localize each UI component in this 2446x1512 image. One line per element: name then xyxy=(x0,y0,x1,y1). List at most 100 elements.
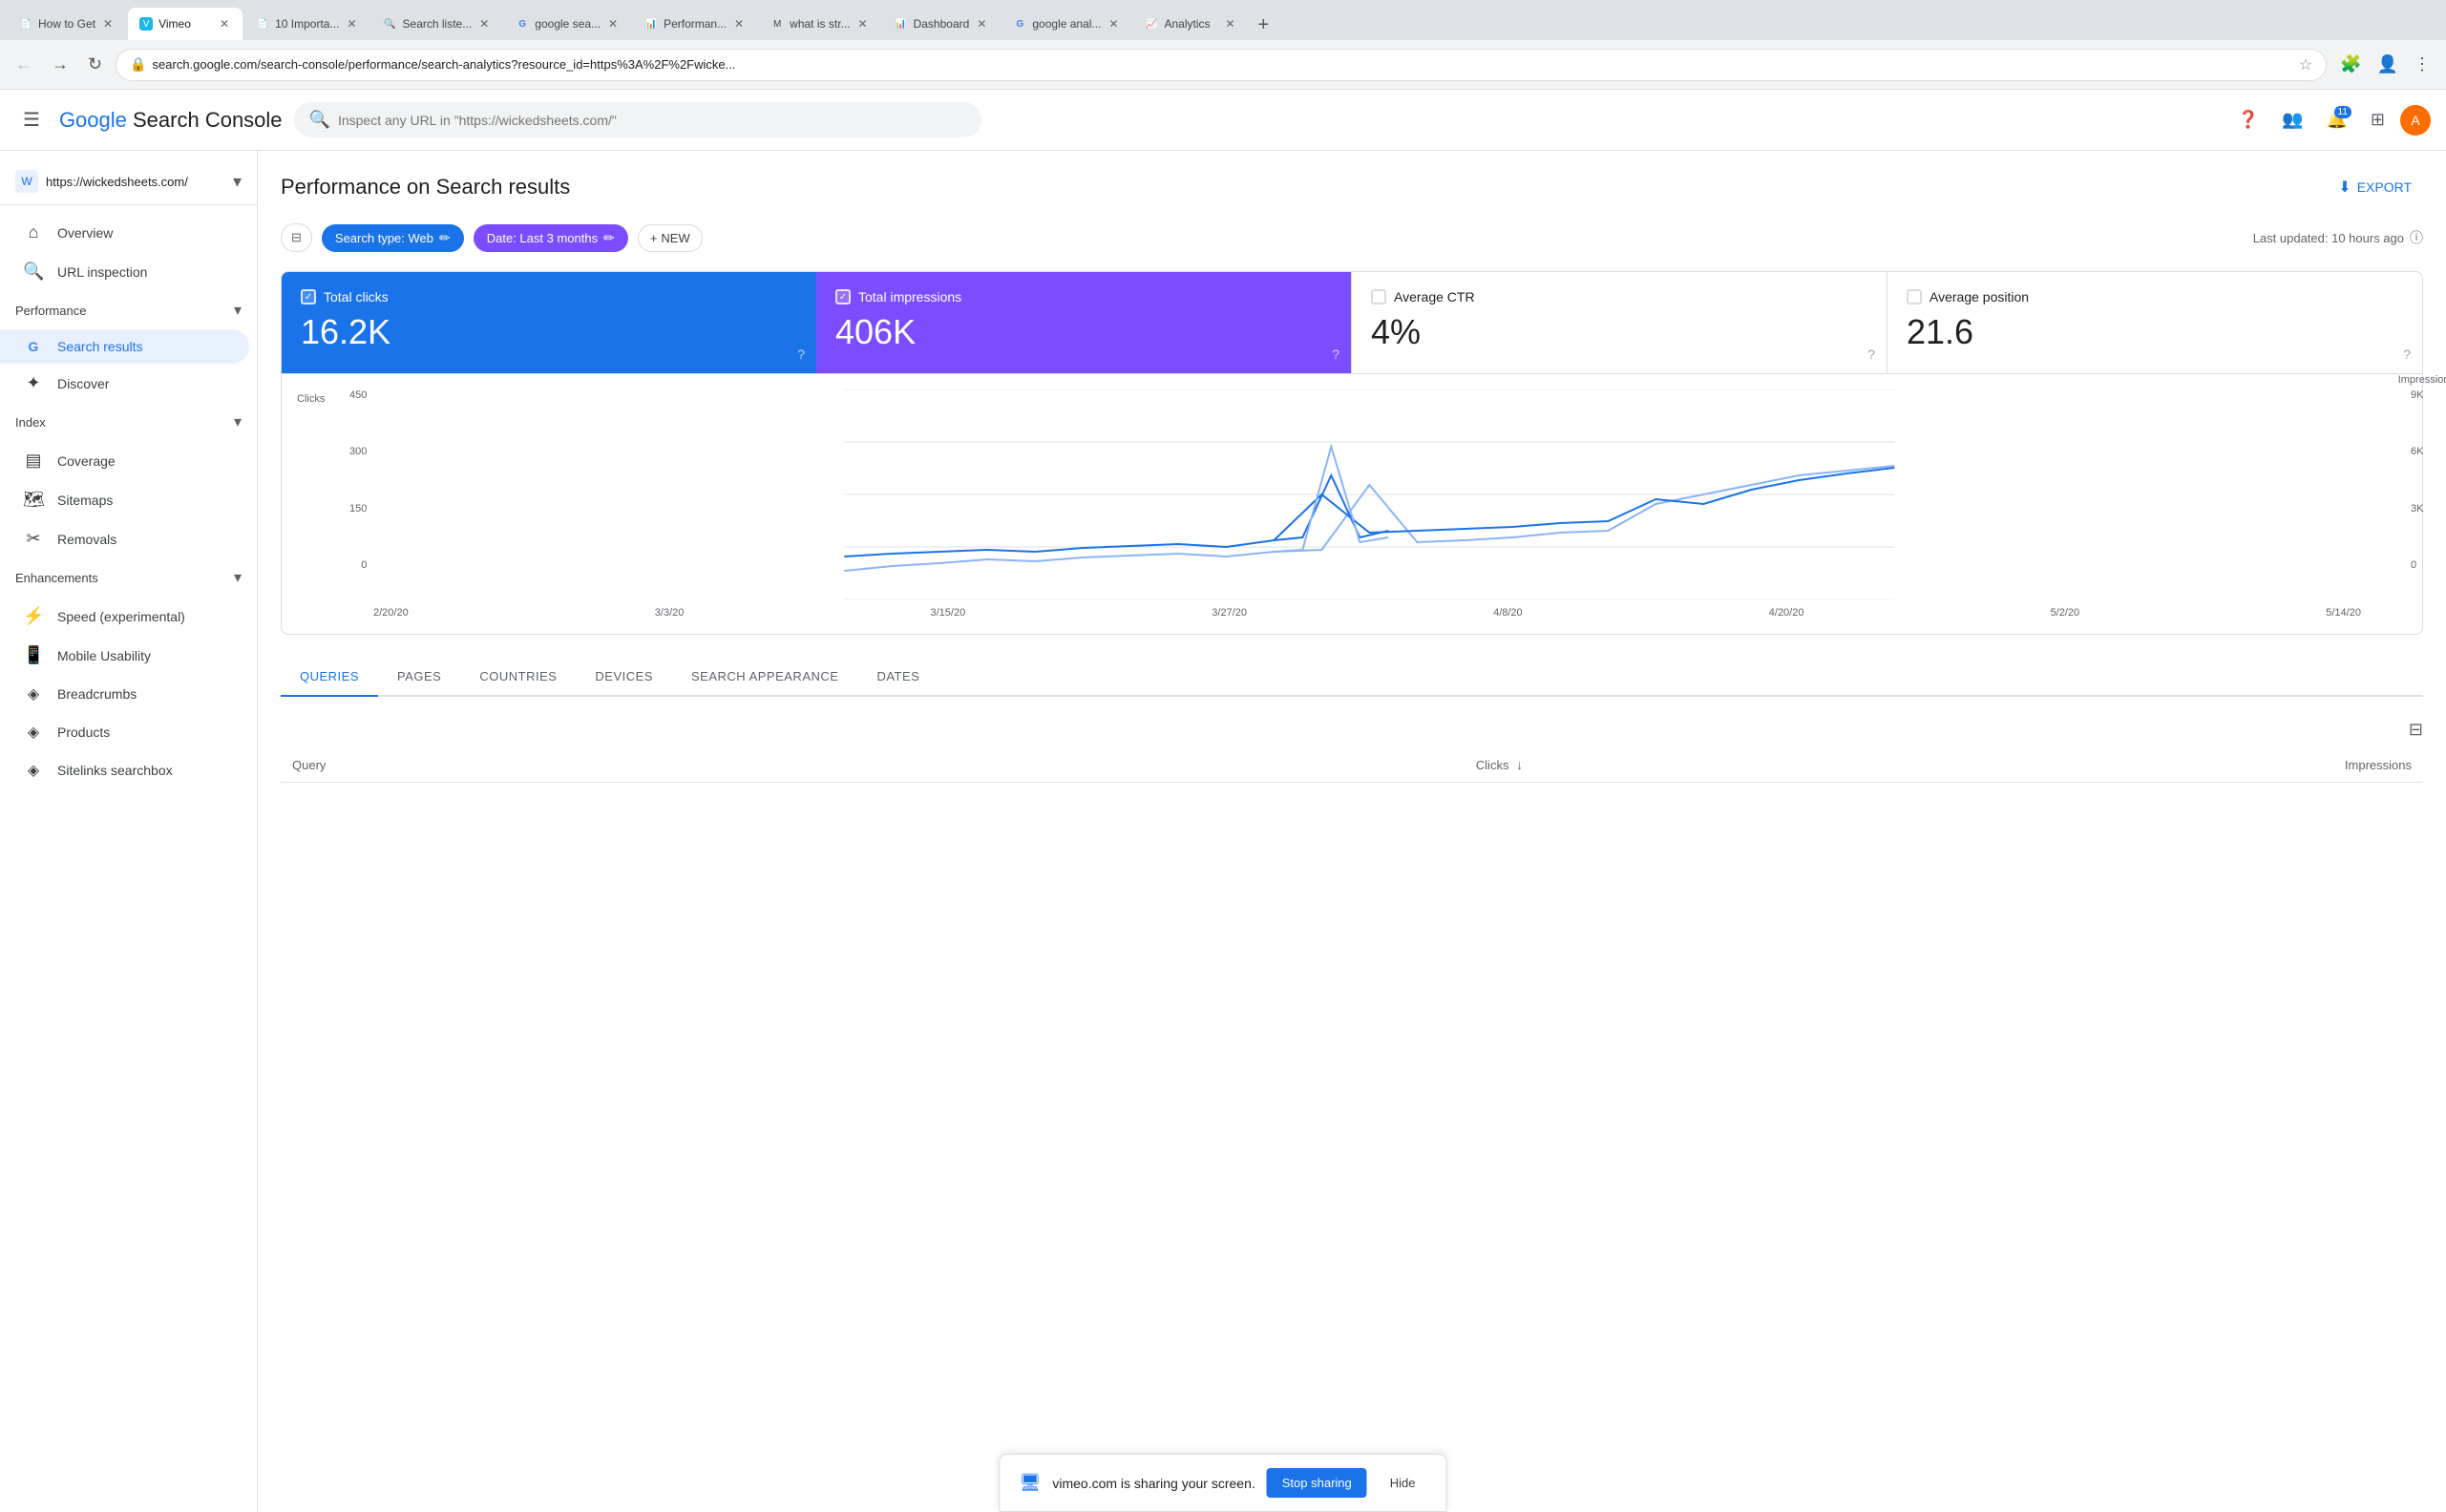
sidebar-item-discover[interactable]: ✦ Discover xyxy=(0,364,249,403)
col-header-clicks[interactable]: Clicks ↓ xyxy=(842,747,1534,783)
ctr-label: Average CTR xyxy=(1394,289,1475,304)
users-button[interactable]: 👥 xyxy=(2274,102,2310,137)
sidebar-item-coverage[interactable]: ▤ Coverage xyxy=(0,441,249,480)
browser-tab-3[interactable]: 📄 10 Importa... ✕ xyxy=(244,8,369,40)
stop-sharing-button[interactable]: Stop sharing xyxy=(1267,1468,1367,1498)
browser-tab-4[interactable]: 🔍 Search liste... ✕ xyxy=(372,8,503,40)
clicks-checkbox[interactable]: ✓ xyxy=(301,289,316,304)
sidebar-section-performance[interactable]: Performance ▾ xyxy=(0,291,257,329)
forward-button[interactable]: → xyxy=(46,51,74,78)
sidebar-item-search-results[interactable]: G Search results xyxy=(0,329,249,364)
tab-close-5[interactable]: ✕ xyxy=(606,15,620,32)
app-logo: Google Search Console xyxy=(59,108,283,133)
metric-impressions-header: ✓ Total impressions xyxy=(835,289,1332,304)
col-header-impressions[interactable]: Impressions xyxy=(1534,747,2423,783)
enhancements-section-label: Enhancements xyxy=(15,571,98,585)
extensions-button[interactable]: 🧩 xyxy=(2334,51,2367,78)
sidebar-item-breadcrumbs[interactable]: ◈ Breadcrumbs xyxy=(0,675,249,713)
metric-card-impressions[interactable]: ✓ Total impressions 406K ? xyxy=(816,272,1351,373)
sidebar-item-speed[interactable]: ⚡ Speed (experimental) xyxy=(0,597,249,636)
browser-tab-2[interactable]: V Vimeo ✕ xyxy=(128,8,242,40)
new-tab-button[interactable]: + xyxy=(1251,10,1277,40)
position-checkbox[interactable] xyxy=(1907,289,1922,304)
browser-tab-5[interactable]: G google sea... ✕ xyxy=(504,8,631,40)
hamburger-menu-button[interactable]: ☰ xyxy=(15,100,48,139)
sidebar-item-sitemaps[interactable]: 🗺 Sitemaps xyxy=(0,480,249,519)
ctr-checkbox[interactable] xyxy=(1371,289,1386,304)
tab-favicon-3: 📄 xyxy=(256,17,269,31)
more-button[interactable]: ⋮ xyxy=(2408,51,2436,78)
ctr-help-icon[interactable]: ? xyxy=(1867,346,1875,362)
tab-close-8[interactable]: ✕ xyxy=(975,15,988,32)
y-label-450: 450 xyxy=(349,389,367,401)
apps-grid-button[interactable]: ⊞ xyxy=(2363,102,2393,137)
export-button[interactable]: ⬇ EXPORT xyxy=(2327,170,2423,204)
property-url: https://wickedsheets.com/ xyxy=(46,175,225,189)
x-label-4: 4/8/20 xyxy=(1493,607,1523,619)
help-button[interactable]: ❓ xyxy=(2230,102,2267,137)
impressions-help-icon[interactable]: ? xyxy=(1332,346,1339,362)
info-icon[interactable]: ⓘ xyxy=(2410,228,2423,247)
search-input[interactable] xyxy=(338,113,966,128)
browser-tab-6[interactable]: 📊 Performan... ✕ xyxy=(633,8,757,40)
sidebar-item-products[interactable]: ◈ Products xyxy=(0,713,249,751)
browser-tab-7[interactable]: M what is str... ✕ xyxy=(759,8,880,40)
sidebar-label-sitemaps: Sitemaps xyxy=(57,493,113,508)
metric-clicks-header: ✓ Total clicks xyxy=(301,289,797,304)
tab-queries[interactable]: QUERIES xyxy=(281,658,378,697)
profile-button[interactable]: 👤 xyxy=(2372,51,2404,78)
url-inspection-icon: 🔍 xyxy=(23,262,44,282)
date-filter[interactable]: Date: Last 3 months ✏ xyxy=(474,224,628,252)
metric-card-clicks[interactable]: ✓ Total clicks 16.2K ? xyxy=(282,272,816,373)
sidebar-item-mobile-usability[interactable]: 📱 Mobile Usability xyxy=(0,636,249,675)
tab-close-7[interactable]: ✕ xyxy=(856,15,870,32)
impressions-checkbox[interactable]: ✓ xyxy=(835,289,851,304)
breadcrumbs-icon: ◈ xyxy=(23,684,44,704)
clicks-help-icon[interactable]: ? xyxy=(797,346,805,362)
table-filter-icon[interactable]: ⊟ xyxy=(2409,720,2423,740)
tab-search-appearance[interactable]: SEARCH APPEARANCE xyxy=(672,658,857,697)
position-help-icon[interactable]: ? xyxy=(2403,346,2411,362)
sidebar-section-index[interactable]: Index ▾ xyxy=(0,403,257,441)
enhancements-chevron-icon: ▾ xyxy=(234,568,242,587)
url-inspection-search[interactable]: 🔍 xyxy=(294,102,981,137)
tab-devices[interactable]: DEVICES xyxy=(576,658,672,697)
sidebar-item-removals[interactable]: ✂ Removals xyxy=(0,519,249,558)
browser-tab-8[interactable]: 📊 Dashboard ✕ xyxy=(883,8,1001,40)
tab-close-2[interactable]: ✕ xyxy=(218,15,231,32)
metric-card-ctr[interactable]: Average CTR 4% ? xyxy=(1351,272,1887,373)
browser-tab-1[interactable]: 📄 How to Get ✕ xyxy=(8,8,126,40)
browser-tab-9[interactable]: G google anal... ✕ xyxy=(1002,8,1131,40)
user-avatar[interactable]: A xyxy=(2400,105,2431,136)
tab-close-9[interactable]: ✕ xyxy=(1107,15,1120,32)
tab-countries[interactable]: COUNTRIES xyxy=(460,658,576,697)
filter-icon-button[interactable]: ⊟ xyxy=(281,223,312,252)
property-dropdown-icon[interactable]: ▾ xyxy=(233,172,242,192)
tab-close-3[interactable]: ✕ xyxy=(345,15,358,32)
browser-tab-10[interactable]: 📈 Analytics ✕ xyxy=(1134,8,1249,40)
tab-close-4[interactable]: ✕ xyxy=(477,15,491,32)
search-type-filter[interactable]: Search type: Web ✏ xyxy=(322,224,464,252)
metric-card-position[interactable]: Average position 21.6 ? xyxy=(1887,272,2422,373)
hide-button[interactable]: Hide xyxy=(1379,1468,1427,1498)
tab-close-6[interactable]: ✕ xyxy=(732,15,746,32)
tab-dates[interactable]: DATES xyxy=(857,658,938,697)
sidebar-item-url-inspection[interactable]: 🔍 URL inspection xyxy=(0,252,249,291)
tab-label-7: what is str... xyxy=(790,17,850,31)
x-label-7: 5/14/20 xyxy=(2326,607,2361,619)
notifications-button[interactable]: 🔔 11 xyxy=(2318,102,2354,137)
property-selector[interactable]: W https://wickedsheets.com/ ▾ xyxy=(0,158,257,205)
tab-close-10[interactable]: ✕ xyxy=(1223,15,1236,32)
sidebar-section-enhancements[interactable]: Enhancements ▾ xyxy=(0,558,257,597)
reload-button[interactable]: ↻ xyxy=(82,51,108,78)
back-button[interactable]: ← xyxy=(10,51,38,78)
address-bar[interactable]: 🔒 search.google.com/search-console/perfo… xyxy=(116,49,2327,81)
tab-close-1[interactable]: ✕ xyxy=(101,15,115,32)
bookmark-icon[interactable]: ☆ xyxy=(2299,55,2312,74)
sidebar-item-overview[interactable]: ⌂ Overview xyxy=(0,213,249,252)
tab-pages[interactable]: PAGES xyxy=(378,658,460,697)
search-icon: 🔍 xyxy=(309,110,330,130)
add-filter-button[interactable]: + NEW xyxy=(638,224,703,252)
tab-favicon-5: G xyxy=(516,17,529,31)
sidebar-item-sitelinks-searchbox[interactable]: ◈ Sitelinks searchbox xyxy=(0,751,249,789)
